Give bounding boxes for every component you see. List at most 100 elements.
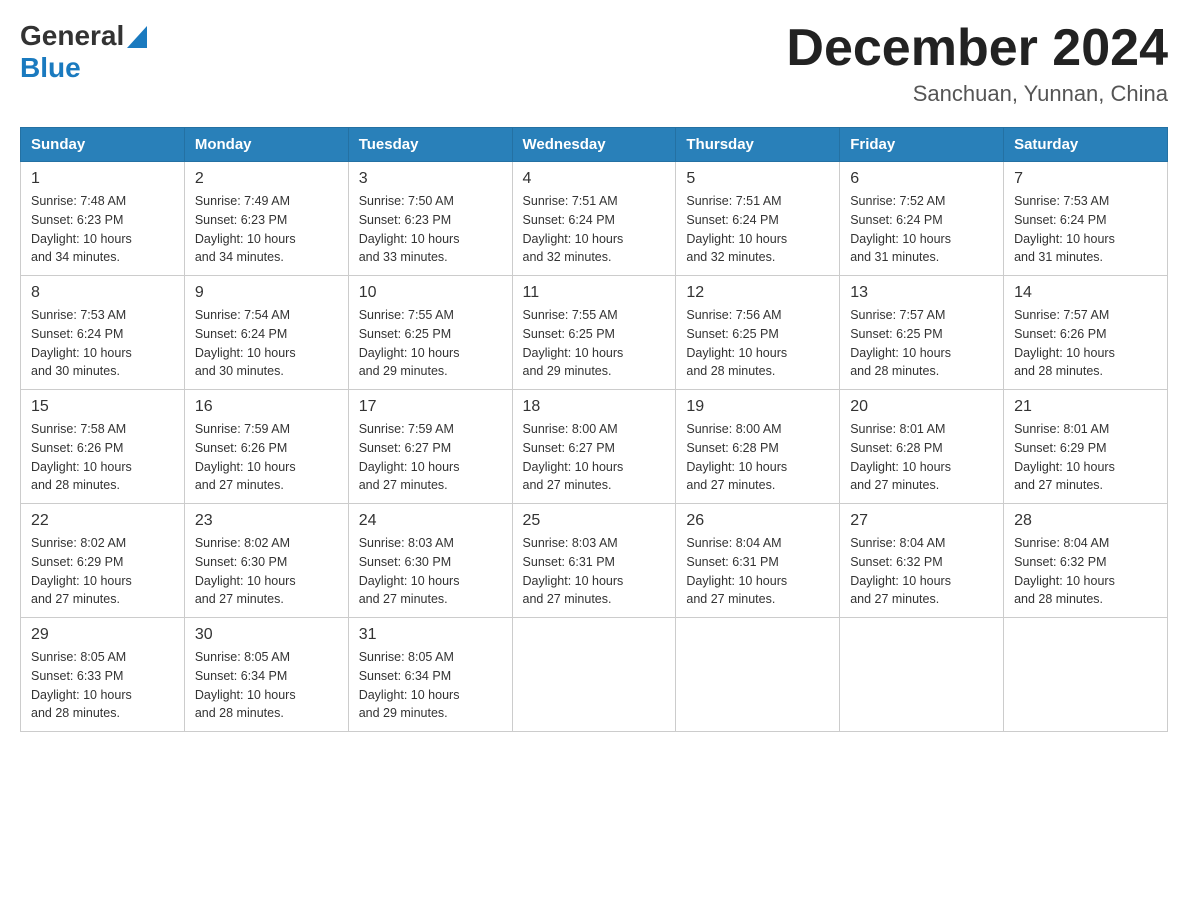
day-info: Sunrise: 7:59 AMSunset: 6:27 PMDaylight:… bbox=[359, 420, 502, 495]
day-info: Sunrise: 8:03 AMSunset: 6:31 PMDaylight:… bbox=[523, 534, 666, 609]
day-info: Sunrise: 7:51 AMSunset: 6:24 PMDaylight:… bbox=[686, 192, 829, 267]
calendar-week-row: 22 Sunrise: 8:02 AMSunset: 6:29 PMDayligh… bbox=[21, 504, 1168, 618]
calendar-cell: 19 Sunrise: 8:00 AMSunset: 6:28 PMDayligh… bbox=[676, 390, 840, 504]
day-info: Sunrise: 8:04 AMSunset: 6:31 PMDaylight:… bbox=[686, 534, 829, 609]
day-number: 20 bbox=[850, 398, 993, 416]
day-number: 14 bbox=[1014, 284, 1157, 302]
day-number: 10 bbox=[359, 284, 502, 302]
calendar-cell: 31Sunrise: 8:05 AMSunset: 6:34 PMDayligh… bbox=[348, 618, 512, 732]
calendar-cell: 7Sunrise: 7:53 AMSunset: 6:24 PMDaylight… bbox=[1004, 162, 1168, 276]
day-info: Sunrise: 7:54 AMSunset: 6:24 PMDaylight:… bbox=[195, 306, 338, 381]
day-number: 28 bbox=[1014, 512, 1157, 530]
header-monday: Monday bbox=[184, 128, 348, 162]
header-tuesday: Tuesday bbox=[348, 128, 512, 162]
header-friday: Friday bbox=[840, 128, 1004, 162]
calendar-cell: 2 Sunrise: 7:49 AMSunset: 6:23 PMDaylight… bbox=[184, 162, 348, 276]
day-info: Sunrise: 7:53 AMSunset: 6:24 PMDaylight:… bbox=[1014, 192, 1157, 267]
calendar-week-row: 8 Sunrise: 7:53 AMSunset: 6:24 PMDaylight… bbox=[21, 276, 1168, 390]
calendar-cell: 5 Sunrise: 7:51 AMSunset: 6:24 PMDaylight… bbox=[676, 162, 840, 276]
day-info: Sunrise: 8:02 AMSunset: 6:30 PMDaylight:… bbox=[195, 534, 338, 609]
header-thursday: Thursday bbox=[676, 128, 840, 162]
calendar-week-row: 15Sunrise: 7:58 AMSunset: 6:26 PMDayligh… bbox=[21, 390, 1168, 504]
calendar-cell: 22 Sunrise: 8:02 AMSunset: 6:29 PMDayligh… bbox=[21, 504, 185, 618]
calendar-cell: 9Sunrise: 7:54 AMSunset: 6:24 PMDaylight… bbox=[184, 276, 348, 390]
logo-general-text: General bbox=[20, 20, 124, 52]
calendar-header-row: SundayMondayTuesdayWednesdayThursdayFrid… bbox=[21, 128, 1168, 162]
day-number: 13 bbox=[850, 284, 993, 302]
day-info: Sunrise: 7:57 AMSunset: 6:26 PMDaylight:… bbox=[1014, 306, 1157, 381]
day-number: 18 bbox=[523, 398, 666, 416]
day-number: 15 bbox=[31, 398, 174, 416]
day-number: 25 bbox=[523, 512, 666, 530]
day-info: Sunrise: 7:56 AMSunset: 6:25 PMDaylight:… bbox=[686, 306, 829, 381]
day-number: 22 bbox=[31, 512, 174, 530]
calendar-cell: 3 Sunrise: 7:50 AMSunset: 6:23 PMDaylight… bbox=[348, 162, 512, 276]
day-info: Sunrise: 7:50 AMSunset: 6:23 PMDaylight:… bbox=[359, 192, 502, 267]
day-info: Sunrise: 8:00 AMSunset: 6:27 PMDaylight:… bbox=[523, 420, 666, 495]
day-info: Sunrise: 8:04 AMSunset: 6:32 PMDaylight:… bbox=[1014, 534, 1157, 609]
calendar-cell: 14 Sunrise: 7:57 AMSunset: 6:26 PMDayligh… bbox=[1004, 276, 1168, 390]
calendar-cell: 29 Sunrise: 8:05 AMSunset: 6:33 PMDayligh… bbox=[21, 618, 185, 732]
day-info: Sunrise: 7:55 AMSunset: 6:25 PMDaylight:… bbox=[523, 306, 666, 381]
calendar-cell bbox=[1004, 618, 1168, 732]
day-info: Sunrise: 8:02 AMSunset: 6:29 PMDaylight:… bbox=[31, 534, 174, 609]
location-subtitle: Sanchuan, Yunnan, China bbox=[786, 81, 1168, 107]
day-number: 30 bbox=[195, 626, 338, 644]
day-info: Sunrise: 7:52 AMSunset: 6:24 PMDaylight:… bbox=[850, 192, 993, 267]
calendar-cell: 10 Sunrise: 7:55 AMSunset: 6:25 PMDayligh… bbox=[348, 276, 512, 390]
day-info: Sunrise: 8:05 AMSunset: 6:34 PMDaylight:… bbox=[195, 648, 338, 723]
day-number: 19 bbox=[686, 398, 829, 416]
calendar-cell: 30 Sunrise: 8:05 AMSunset: 6:34 PMDayligh… bbox=[184, 618, 348, 732]
calendar-cell: 20Sunrise: 8:01 AMSunset: 6:28 PMDayligh… bbox=[840, 390, 1004, 504]
day-number: 1 bbox=[31, 170, 174, 188]
day-number: 21 bbox=[1014, 398, 1157, 416]
day-number: 17 bbox=[359, 398, 502, 416]
day-info: Sunrise: 7:53 AMSunset: 6:24 PMDaylight:… bbox=[31, 306, 174, 381]
day-number: 4 bbox=[523, 170, 666, 188]
logo: General Blue bbox=[20, 20, 147, 84]
day-info: Sunrise: 8:03 AMSunset: 6:30 PMDaylight:… bbox=[359, 534, 502, 609]
title-section: December 2024 Sanchuan, Yunnan, China bbox=[786, 20, 1168, 107]
calendar-cell: 28 Sunrise: 8:04 AMSunset: 6:32 PMDayligh… bbox=[1004, 504, 1168, 618]
calendar-cell: 27Sunrise: 8:04 AMSunset: 6:32 PMDayligh… bbox=[840, 504, 1004, 618]
calendar-cell: 18 Sunrise: 8:00 AMSunset: 6:27 PMDayligh… bbox=[512, 390, 676, 504]
calendar-cell: 23Sunrise: 8:02 AMSunset: 6:30 PMDayligh… bbox=[184, 504, 348, 618]
header-saturday: Saturday bbox=[1004, 128, 1168, 162]
calendar-cell: 12Sunrise: 7:56 AMSunset: 6:25 PMDayligh… bbox=[676, 276, 840, 390]
header-sunday: Sunday bbox=[21, 128, 185, 162]
calendar-cell: 4 Sunrise: 7:51 AMSunset: 6:24 PMDaylight… bbox=[512, 162, 676, 276]
page-header: General Blue December 2024 Sanchuan, Yun… bbox=[20, 20, 1168, 107]
calendar-cell: 1Sunrise: 7:48 AMSunset: 6:23 PMDaylight… bbox=[21, 162, 185, 276]
day-info: Sunrise: 7:55 AMSunset: 6:25 PMDaylight:… bbox=[359, 306, 502, 381]
calendar-cell: 13 Sunrise: 7:57 AMSunset: 6:25 PMDayligh… bbox=[840, 276, 1004, 390]
day-info: Sunrise: 7:59 AMSunset: 6:26 PMDaylight:… bbox=[195, 420, 338, 495]
month-title: December 2024 bbox=[786, 20, 1168, 77]
day-number: 6 bbox=[850, 170, 993, 188]
day-number: 3 bbox=[359, 170, 502, 188]
day-info: Sunrise: 7:51 AMSunset: 6:24 PMDaylight:… bbox=[523, 192, 666, 267]
calendar-cell: 6 Sunrise: 7:52 AMSunset: 6:24 PMDaylight… bbox=[840, 162, 1004, 276]
calendar-week-row: 29 Sunrise: 8:05 AMSunset: 6:33 PMDayligh… bbox=[21, 618, 1168, 732]
day-number: 11 bbox=[523, 284, 666, 302]
calendar-cell bbox=[676, 618, 840, 732]
calendar-cell: 16 Sunrise: 7:59 AMSunset: 6:26 PMDayligh… bbox=[184, 390, 348, 504]
day-number: 27 bbox=[850, 512, 993, 530]
day-info: Sunrise: 8:00 AMSunset: 6:28 PMDaylight:… bbox=[686, 420, 829, 495]
day-info: Sunrise: 8:01 AMSunset: 6:29 PMDaylight:… bbox=[1014, 420, 1157, 495]
day-number: 29 bbox=[31, 626, 174, 644]
calendar-cell: 8 Sunrise: 7:53 AMSunset: 6:24 PMDaylight… bbox=[21, 276, 185, 390]
calendar-cell: 17 Sunrise: 7:59 AMSunset: 6:27 PMDayligh… bbox=[348, 390, 512, 504]
day-number: 8 bbox=[31, 284, 174, 302]
calendar-cell: 26Sunrise: 8:04 AMSunset: 6:31 PMDayligh… bbox=[676, 504, 840, 618]
calendar-cell: 11 Sunrise: 7:55 AMSunset: 6:25 PMDayligh… bbox=[512, 276, 676, 390]
day-number: 5 bbox=[686, 170, 829, 188]
day-number: 16 bbox=[195, 398, 338, 416]
day-info: Sunrise: 7:57 AMSunset: 6:25 PMDaylight:… bbox=[850, 306, 993, 381]
day-number: 2 bbox=[195, 170, 338, 188]
day-info: Sunrise: 7:49 AMSunset: 6:23 PMDaylight:… bbox=[195, 192, 338, 267]
day-info: Sunrise: 8:05 AMSunset: 6:33 PMDaylight:… bbox=[31, 648, 174, 723]
calendar-cell: 15Sunrise: 7:58 AMSunset: 6:26 PMDayligh… bbox=[21, 390, 185, 504]
header-wednesday: Wednesday bbox=[512, 128, 676, 162]
calendar-cell: 21 Sunrise: 8:01 AMSunset: 6:29 PMDayligh… bbox=[1004, 390, 1168, 504]
day-number: 31 bbox=[359, 626, 502, 644]
